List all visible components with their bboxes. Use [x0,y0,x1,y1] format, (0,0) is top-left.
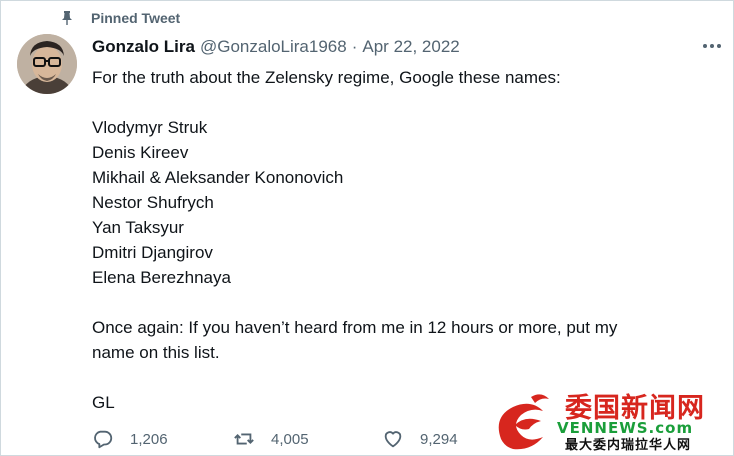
tweet-line: Dmitri Djangirov [92,243,213,262]
like-button[interactable]: 9,294 [382,428,458,450]
header-separator: · [351,37,358,56]
pinned-indicator: Pinned Tweet [59,10,180,26]
more-dot [710,44,714,48]
retweet-icon [234,433,254,445]
tweet-line: name on this list. [92,343,220,362]
retweet-button[interactable]: 4,005 [233,428,309,450]
tweet-line: Denis Kireev [92,143,189,162]
more-dot [703,44,707,48]
pinned-label: Pinned Tweet [91,10,181,26]
reply-icon [94,430,113,449]
watermark-tagline: 最大委内瑞拉华人网 [565,437,691,453]
tweet-date[interactable]: Apr 22, 2022 [362,37,459,57]
tweet-card[interactable]: Pinned Tweet Gonzalo Lira @GonzaloLira19… [0,0,734,456]
tweet-line [92,90,712,115]
tweet-text: For the truth about the Zelensky regime,… [92,65,712,415]
author-handle[interactable]: @GonzaloLira1968 [200,37,347,57]
tweet-line: Mikhail & Aleksander Kononovich [92,168,344,187]
tweet-line: Vlodymyr Struk [92,118,208,137]
tweet-line: Nestor Shufrych [92,193,214,212]
tweet-line [92,290,712,315]
retweet-count: 4,005 [271,430,309,448]
more-icon[interactable] [703,44,721,48]
reply-button[interactable]: 1,206 [92,428,168,450]
tweet-line: Yan Taksyur [92,218,184,237]
tweet-header: Gonzalo Lira @GonzaloLira1968 · Apr 22, … [92,37,460,57]
tweet-line: Elena Berezhnaya [92,268,231,287]
avatar[interactable] [17,34,77,94]
more-dot [717,44,721,48]
heart-icon [384,431,402,448]
pin-icon [59,10,75,26]
watermark-logo: 委国新闻网 VENNEWS.com 最大委内瑞拉华人网 [491,387,731,453]
tweet-line: Once again: If you haven’t heard from me… [92,318,618,337]
watermark-domain: VENNEWS.com [557,419,693,437]
like-count: 9,294 [420,430,458,448]
reply-count: 1,206 [130,430,168,448]
tweet-line: For the truth about the Zelensky regime,… [92,68,561,87]
author-name[interactable]: Gonzalo Lira [92,37,195,57]
